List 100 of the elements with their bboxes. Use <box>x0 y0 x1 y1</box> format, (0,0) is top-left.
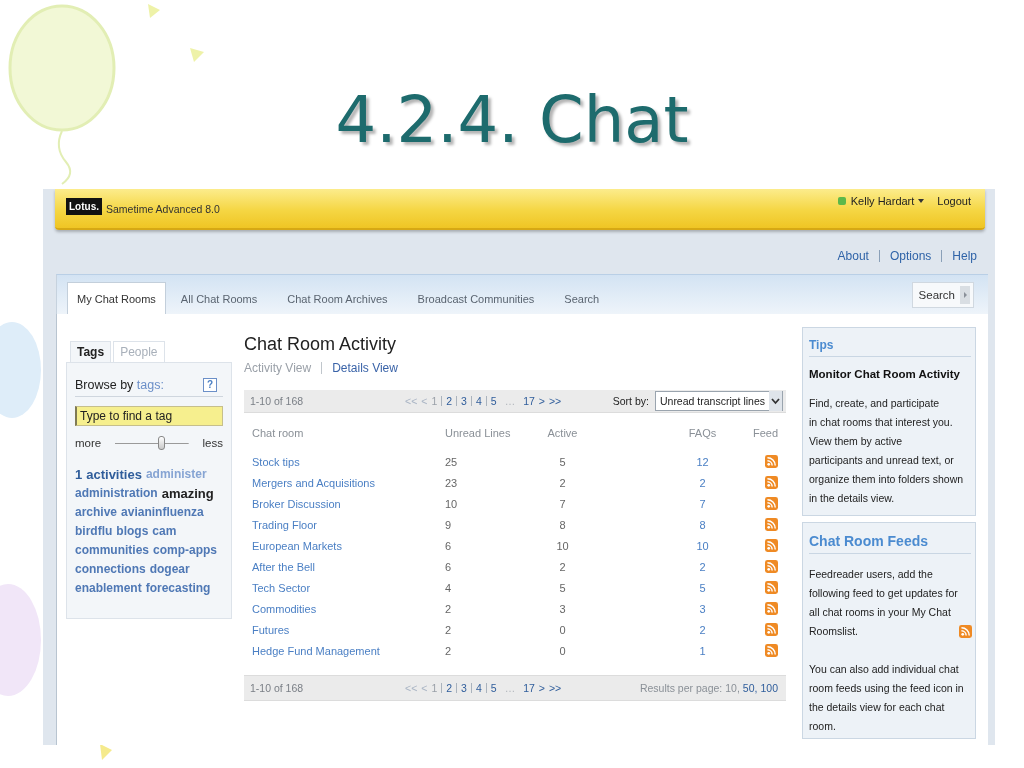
room-link[interactable]: Hedge Fund Management <box>252 644 380 657</box>
nav-tab[interactable]: Broadcast Communities <box>402 282 550 314</box>
tag-link[interactable]: enablement <box>75 579 142 598</box>
table-cell: 2 <box>559 560 566 573</box>
room-link[interactable]: Mergers and Acquisitions <box>252 476 375 489</box>
confetti-icon <box>190 48 204 62</box>
room-link[interactable]: Stock tips <box>252 455 300 468</box>
room-link[interactable]: Broker Discussion <box>252 497 341 510</box>
nav-tab[interactable]: All Chat Rooms <box>165 282 273 314</box>
table-cell: 6 <box>445 560 452 573</box>
page-link[interactable]: 3 <box>461 395 467 407</box>
rss-feed-icon[interactable] <box>765 539 778 552</box>
logout-link[interactable]: Logout <box>937 194 971 208</box>
rss-feed-icon[interactable] <box>765 476 778 489</box>
per-page-link[interactable]: 50, <box>742 682 758 694</box>
user-menu-button[interactable]: Kelly Hardart <box>850 194 925 208</box>
faq-count-link[interactable]: 2 <box>699 476 706 489</box>
page-link[interactable]: 17 <box>523 395 535 407</box>
room-link[interactable]: European Markets <box>252 539 342 552</box>
room-link[interactable]: Tech Sector <box>252 581 311 594</box>
nav-tab[interactable]: My Chat Rooms <box>67 282 166 314</box>
tag-link[interactable]: administration <box>75 484 158 503</box>
faq-count-link[interactable]: 2 <box>699 623 706 636</box>
tags-link[interactable]: tags: <box>136 378 164 392</box>
faq-count-link[interactable]: 2 <box>699 560 706 573</box>
page-link[interactable]: 4 <box>475 395 482 407</box>
header-link[interactable]: Options <box>889 249 932 263</box>
faq-count-link[interactable]: 8 <box>699 518 706 531</box>
current-page[interactable]: 1 <box>431 395 438 407</box>
faq-count-link[interactable]: 7 <box>699 497 706 510</box>
nav-tab[interactable]: Search <box>549 282 615 314</box>
tag-link[interactable]: administer <box>145 465 207 484</box>
tag-link[interactable]: avianinfluenza <box>121 503 204 522</box>
tag-search-field[interactable]: Type to find a tag <box>75 406 223 426</box>
rss-feed-icon[interactable] <box>765 497 778 510</box>
room-link[interactable]: Commodities <box>252 602 317 615</box>
rss-feed-icon[interactable] <box>765 455 778 468</box>
table-cell: 9 <box>445 518 452 531</box>
page-link[interactable]: 5 <box>490 395 497 407</box>
table-cell: 10 <box>445 497 458 510</box>
page-arrow-link[interactable]: > <box>538 682 545 694</box>
view-link[interactable]: Details View <box>332 360 398 376</box>
table-cell: 4 <box>445 581 452 594</box>
header-link[interactable]: About <box>837 249 869 263</box>
faq-count-link[interactable]: 12 <box>696 455 709 468</box>
column-header: Unread Lines <box>445 427 511 439</box>
sort-dropdown[interactable]: Unread transcript lines <box>654 391 783 411</box>
table-cell: 10 <box>556 539 569 552</box>
view-label[interactable]: Activity View <box>244 360 312 376</box>
tag-link[interactable]: forecasting <box>145 579 211 598</box>
faq-count-link[interactable]: 3 <box>699 602 706 615</box>
slide-title: 4.2.4. Chat <box>335 88 689 152</box>
rss-feed-icon[interactable] <box>765 602 778 615</box>
help-button[interactable]: ? <box>203 378 217 392</box>
sidebar-tab[interactable]: Tags <box>70 341 112 362</box>
page-link[interactable]: 5 <box>490 682 497 694</box>
faq-count-link[interactable]: 10 <box>696 539 709 552</box>
page-link[interactable]: 17 <box>523 682 535 694</box>
page-link[interactable]: 2 <box>446 682 453 694</box>
page-link[interactable]: 3 <box>461 682 467 694</box>
sidebar-tab[interactable]: People <box>113 341 165 362</box>
status-icon <box>837 197 846 205</box>
current-page[interactable]: 1 <box>431 682 438 694</box>
rss-feed-icon[interactable] <box>765 623 778 636</box>
slider-thumb[interactable] <box>158 436 166 450</box>
rss-feed-icon[interactable] <box>765 518 778 531</box>
per-page-option[interactable]: 10, <box>725 682 740 694</box>
table-cell: 2 <box>559 476 566 489</box>
tag-link[interactable]: archive <box>75 503 118 522</box>
page-link[interactable]: 4 <box>475 682 482 694</box>
per-page-link[interactable]: 100 <box>760 682 778 694</box>
page-link[interactable]: 2 <box>446 395 453 407</box>
search-button[interactable]: Search <box>911 281 974 308</box>
tag-link[interactable]: amazing <box>161 484 214 503</box>
faq-count-link[interactable]: 5 <box>699 581 706 594</box>
rss-feed-icon[interactable] <box>765 560 778 573</box>
rss-feed-icon[interactable] <box>958 625 972 638</box>
tag-link[interactable]: activities <box>86 465 142 484</box>
faq-count-link[interactable]: 1 <box>699 644 706 657</box>
page-arrow-link[interactable]: >> <box>548 395 562 407</box>
room-link[interactable]: Trading Floor <box>252 518 317 531</box>
nav-tab[interactable]: Chat Room Archives <box>272 282 403 314</box>
tag-link[interactable]: birdflu <box>75 522 113 541</box>
page-arrow-link[interactable]: >> <box>548 682 562 694</box>
table-cell: 2 <box>445 602 452 615</box>
room-link[interactable]: After the Bell <box>252 560 315 573</box>
tag-link[interactable]: dogear <box>149 560 190 579</box>
rss-feed-icon[interactable] <box>765 644 778 657</box>
tag-link[interactable]: 1 <box>75 465 83 484</box>
tag-link[interactable]: communities <box>75 541 149 560</box>
rss-feed-icon[interactable] <box>765 581 778 594</box>
header-link[interactable]: Help <box>952 249 977 263</box>
page-arrow-link[interactable]: > <box>538 395 545 407</box>
panel-subtitle: Monitor Chat Room Activity <box>809 367 961 382</box>
tag-link[interactable]: cam <box>152 522 177 541</box>
tag-link[interactable]: connections <box>75 560 146 579</box>
browse-label: Browse by tags: <box>75 378 164 392</box>
room-link[interactable]: Futures <box>252 623 290 636</box>
tag-link[interactable]: comp-apps <box>153 541 218 560</box>
tag-link[interactable]: blogs <box>116 522 149 541</box>
